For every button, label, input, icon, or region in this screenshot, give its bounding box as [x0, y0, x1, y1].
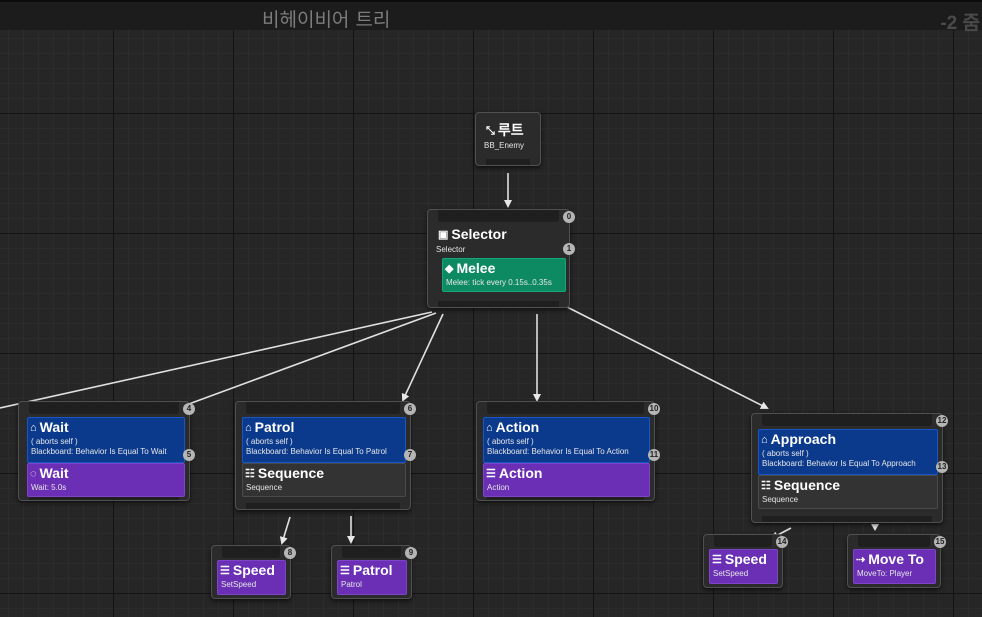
speed-node-2[interactable]: ☰ Speed SetSpeed 14: [703, 534, 788, 588]
task-icon: ☰: [220, 565, 230, 577]
wait-task-title: Wait: [39, 465, 69, 481]
speed-node-1[interactable]: ☰ Speed SetSpeed 8: [211, 545, 296, 599]
action-index: 10: [648, 403, 660, 415]
speed1-index: 8: [284, 547, 296, 559]
selector-service-index: 1: [563, 243, 575, 255]
action-task-title: Action: [498, 465, 543, 481]
speed2-title: Speed: [724, 551, 767, 567]
melee-service-title: Melee: [456, 260, 496, 276]
approach-sequence[interactable]: ☷ Sequence Sequence: [758, 475, 938, 509]
speed1-title: Speed: [232, 562, 275, 578]
root-node[interactable]: ⤡ 루트 BB_Enemy: [475, 112, 541, 166]
approach-decorator-condition: Blackboard: Behavior Is Equal To Approac…: [762, 459, 916, 468]
melee-service[interactable]: ◆ Melee Melee: tick every 0.15s..0.35s: [442, 258, 566, 292]
wait-decorator-index: 5: [183, 449, 195, 461]
patrol-decorator[interactable]: ⌂ Patrol ( aborts self ) Blackboard: Beha…: [242, 417, 406, 463]
wait-decorator-title: Wait: [39, 419, 69, 435]
patrol-task-title: Patrol: [352, 562, 393, 578]
patrol-sequence[interactable]: ☷ Sequence Sequence: [242, 463, 406, 497]
task-icon: ☰: [712, 554, 722, 566]
wait-decorator-condition: Blackboard: Behavior Is Equal To Wait: [31, 447, 167, 456]
selector-index: 0: [563, 211, 575, 223]
root-subtitle: BB_Enemy: [484, 141, 525, 150]
moveto-icon: ⇢: [856, 554, 866, 566]
patrol-decorator-title: Patrol: [254, 419, 295, 435]
patrol-node[interactable]: ⌂ Patrol ( aborts self ) Blackboard: Beha…: [235, 401, 416, 510]
action-decorator[interactable]: ⌂ Action ( aborts self ) Blackboard: Beha…: [483, 417, 650, 463]
speed2-subtitle: SetSpeed: [713, 569, 749, 578]
patrol-sequence-subtitle: Sequence: [246, 483, 283, 492]
selector-node[interactable]: ▣ Selector Selector ◆ Melee Melee: tick ev…: [427, 209, 575, 308]
root-title: 루트: [497, 122, 524, 138]
wait-task-icon: ◌: [30, 468, 37, 480]
action-node[interactable]: ⌂ Action ( aborts self ) Blackboard: Beha…: [476, 401, 660, 501]
wire-selector-approach: [566, 306, 769, 409]
decorator-icon: ⌂: [30, 422, 37, 434]
wait-index: 4: [183, 403, 195, 415]
task-icon: ☰: [340, 565, 350, 577]
wait-decorator[interactable]: ⌂ Wait ( aborts self ) Blackboard: Behavi…: [27, 417, 185, 463]
approach-decorator[interactable]: ⌂ Approach ( aborts self ) Blackboard: Be…: [758, 429, 938, 475]
patrol-decorator-aborts: ( aborts self ): [246, 437, 293, 446]
moveto-title: Move To: [868, 551, 924, 567]
patrol-task[interactable]: ☰ Patrol Patrol: [337, 560, 407, 595]
sequence-icon: ☷: [245, 468, 255, 480]
selector-subtitle: Selector: [436, 245, 466, 254]
moveto-subtitle: MoveTo: Player: [857, 569, 913, 578]
patrol-decorator-index: 7: [404, 449, 416, 461]
speed-task-1[interactable]: ☰ Speed SetSpeed: [217, 560, 286, 595]
decorator-icon: ⌂: [761, 434, 768, 446]
approach-sequence-title: Sequence: [773, 477, 841, 493]
wait-task-subtitle: Wait: 5.0s: [31, 483, 67, 492]
selector-icon: ▣: [438, 229, 449, 241]
selector-title: Selector: [451, 226, 507, 242]
melee-service-subtitle: Melee: tick every 0.15s..0.35s: [446, 278, 552, 287]
moveto-node[interactable]: ⇢ Move To MoveTo: Player 15: [847, 534, 946, 588]
wire-selector-patrol: [401, 313, 444, 402]
patrol-task-subtitle: Patrol: [341, 580, 362, 589]
connection-wires: [0, 173, 879, 545]
patrol-task-node[interactable]: ☰ Patrol Patrol 9: [331, 545, 417, 599]
patrol-index: 6: [404, 403, 416, 415]
wait-decorator-aborts: ( aborts self ): [31, 437, 78, 446]
action-decorator-title: Action: [495, 419, 540, 435]
approach-decorator-index: 13: [936, 461, 948, 473]
sequence-icon: ☷: [761, 480, 771, 492]
patrol-task-index: 9: [405, 547, 417, 559]
root-icon: ⤡: [486, 125, 495, 137]
patrol-decorator-condition: Blackboard: Behavior Is Equal To Patrol: [246, 447, 387, 456]
wait-node[interactable]: ⌂ Wait ( aborts self ) Blackboard: Behavi…: [18, 401, 195, 501]
approach-sequence-subtitle: Sequence: [762, 495, 799, 504]
speed1-subtitle: SetSpeed: [221, 580, 257, 589]
wait-task[interactable]: ◌ Wait Wait: 5.0s: [27, 463, 185, 497]
approach-decorator-aborts: ( aborts self ): [762, 449, 809, 458]
wire-approach-moveto-arrow: [871, 524, 879, 531]
action-decorator-index: 11: [648, 449, 660, 461]
action-task-subtitle: Action: [487, 483, 510, 492]
service-icon: ◆: [445, 263, 454, 275]
action-task[interactable]: ☰ Action Action: [483, 463, 650, 497]
action-decorator-condition: Blackboard: Behavior Is Equal To Action: [487, 447, 629, 456]
wire-patrol-speed: [279, 516, 291, 545]
patrol-sequence-title: Sequence: [257, 465, 325, 481]
task-icon: ☰: [486, 468, 496, 480]
speed2-index: 14: [776, 536, 788, 548]
moveto-index: 15: [934, 536, 946, 548]
moveto-task[interactable]: ⇢ Move To MoveTo: Player: [853, 549, 936, 584]
approach-node[interactable]: ⌂ Approach ( aborts self ) Blackboard: Be…: [751, 413, 948, 523]
approach-decorator-title: Approach: [770, 431, 836, 447]
decorator-icon: ⌂: [486, 422, 493, 434]
decorator-icon: ⌂: [245, 422, 252, 434]
action-decorator-aborts: ( aborts self ): [487, 437, 534, 446]
speed-task-2[interactable]: ☰ Speed SetSpeed: [709, 549, 778, 584]
approach-index: 12: [936, 415, 948, 427]
